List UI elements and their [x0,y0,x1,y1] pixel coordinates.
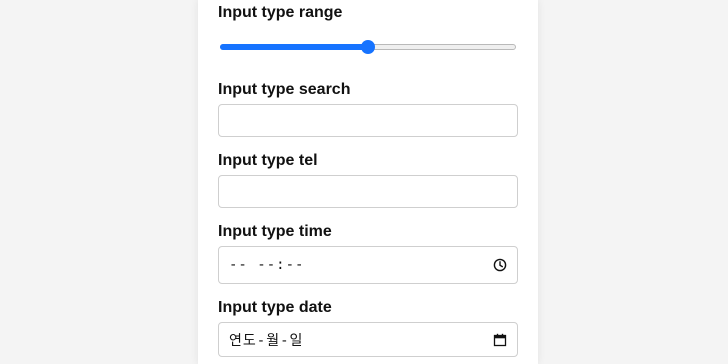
time-input[interactable]: -- --:-- [218,246,518,284]
clock-icon[interactable] [493,258,507,272]
range-track-fill [220,44,368,50]
date-label: Input type date [218,299,332,316]
date-input[interactable]: 연도-월-일 [218,322,518,357]
time-label: Input type time [218,223,332,240]
range-label: Input type range [218,4,343,21]
range-slider[interactable] [220,40,516,54]
tel-label: Input type tel [218,152,318,169]
form-panel: Input type range Input type search Input… [198,0,538,364]
range-thumb[interactable] [361,40,375,54]
tel-input[interactable] [218,175,518,208]
time-input-value: -- --:-- [229,257,305,273]
search-input[interactable] [218,104,518,137]
calendar-icon[interactable] [493,333,507,347]
search-label: Input type search [218,81,351,98]
date-input-value: 연도-월-일 [229,332,304,349]
